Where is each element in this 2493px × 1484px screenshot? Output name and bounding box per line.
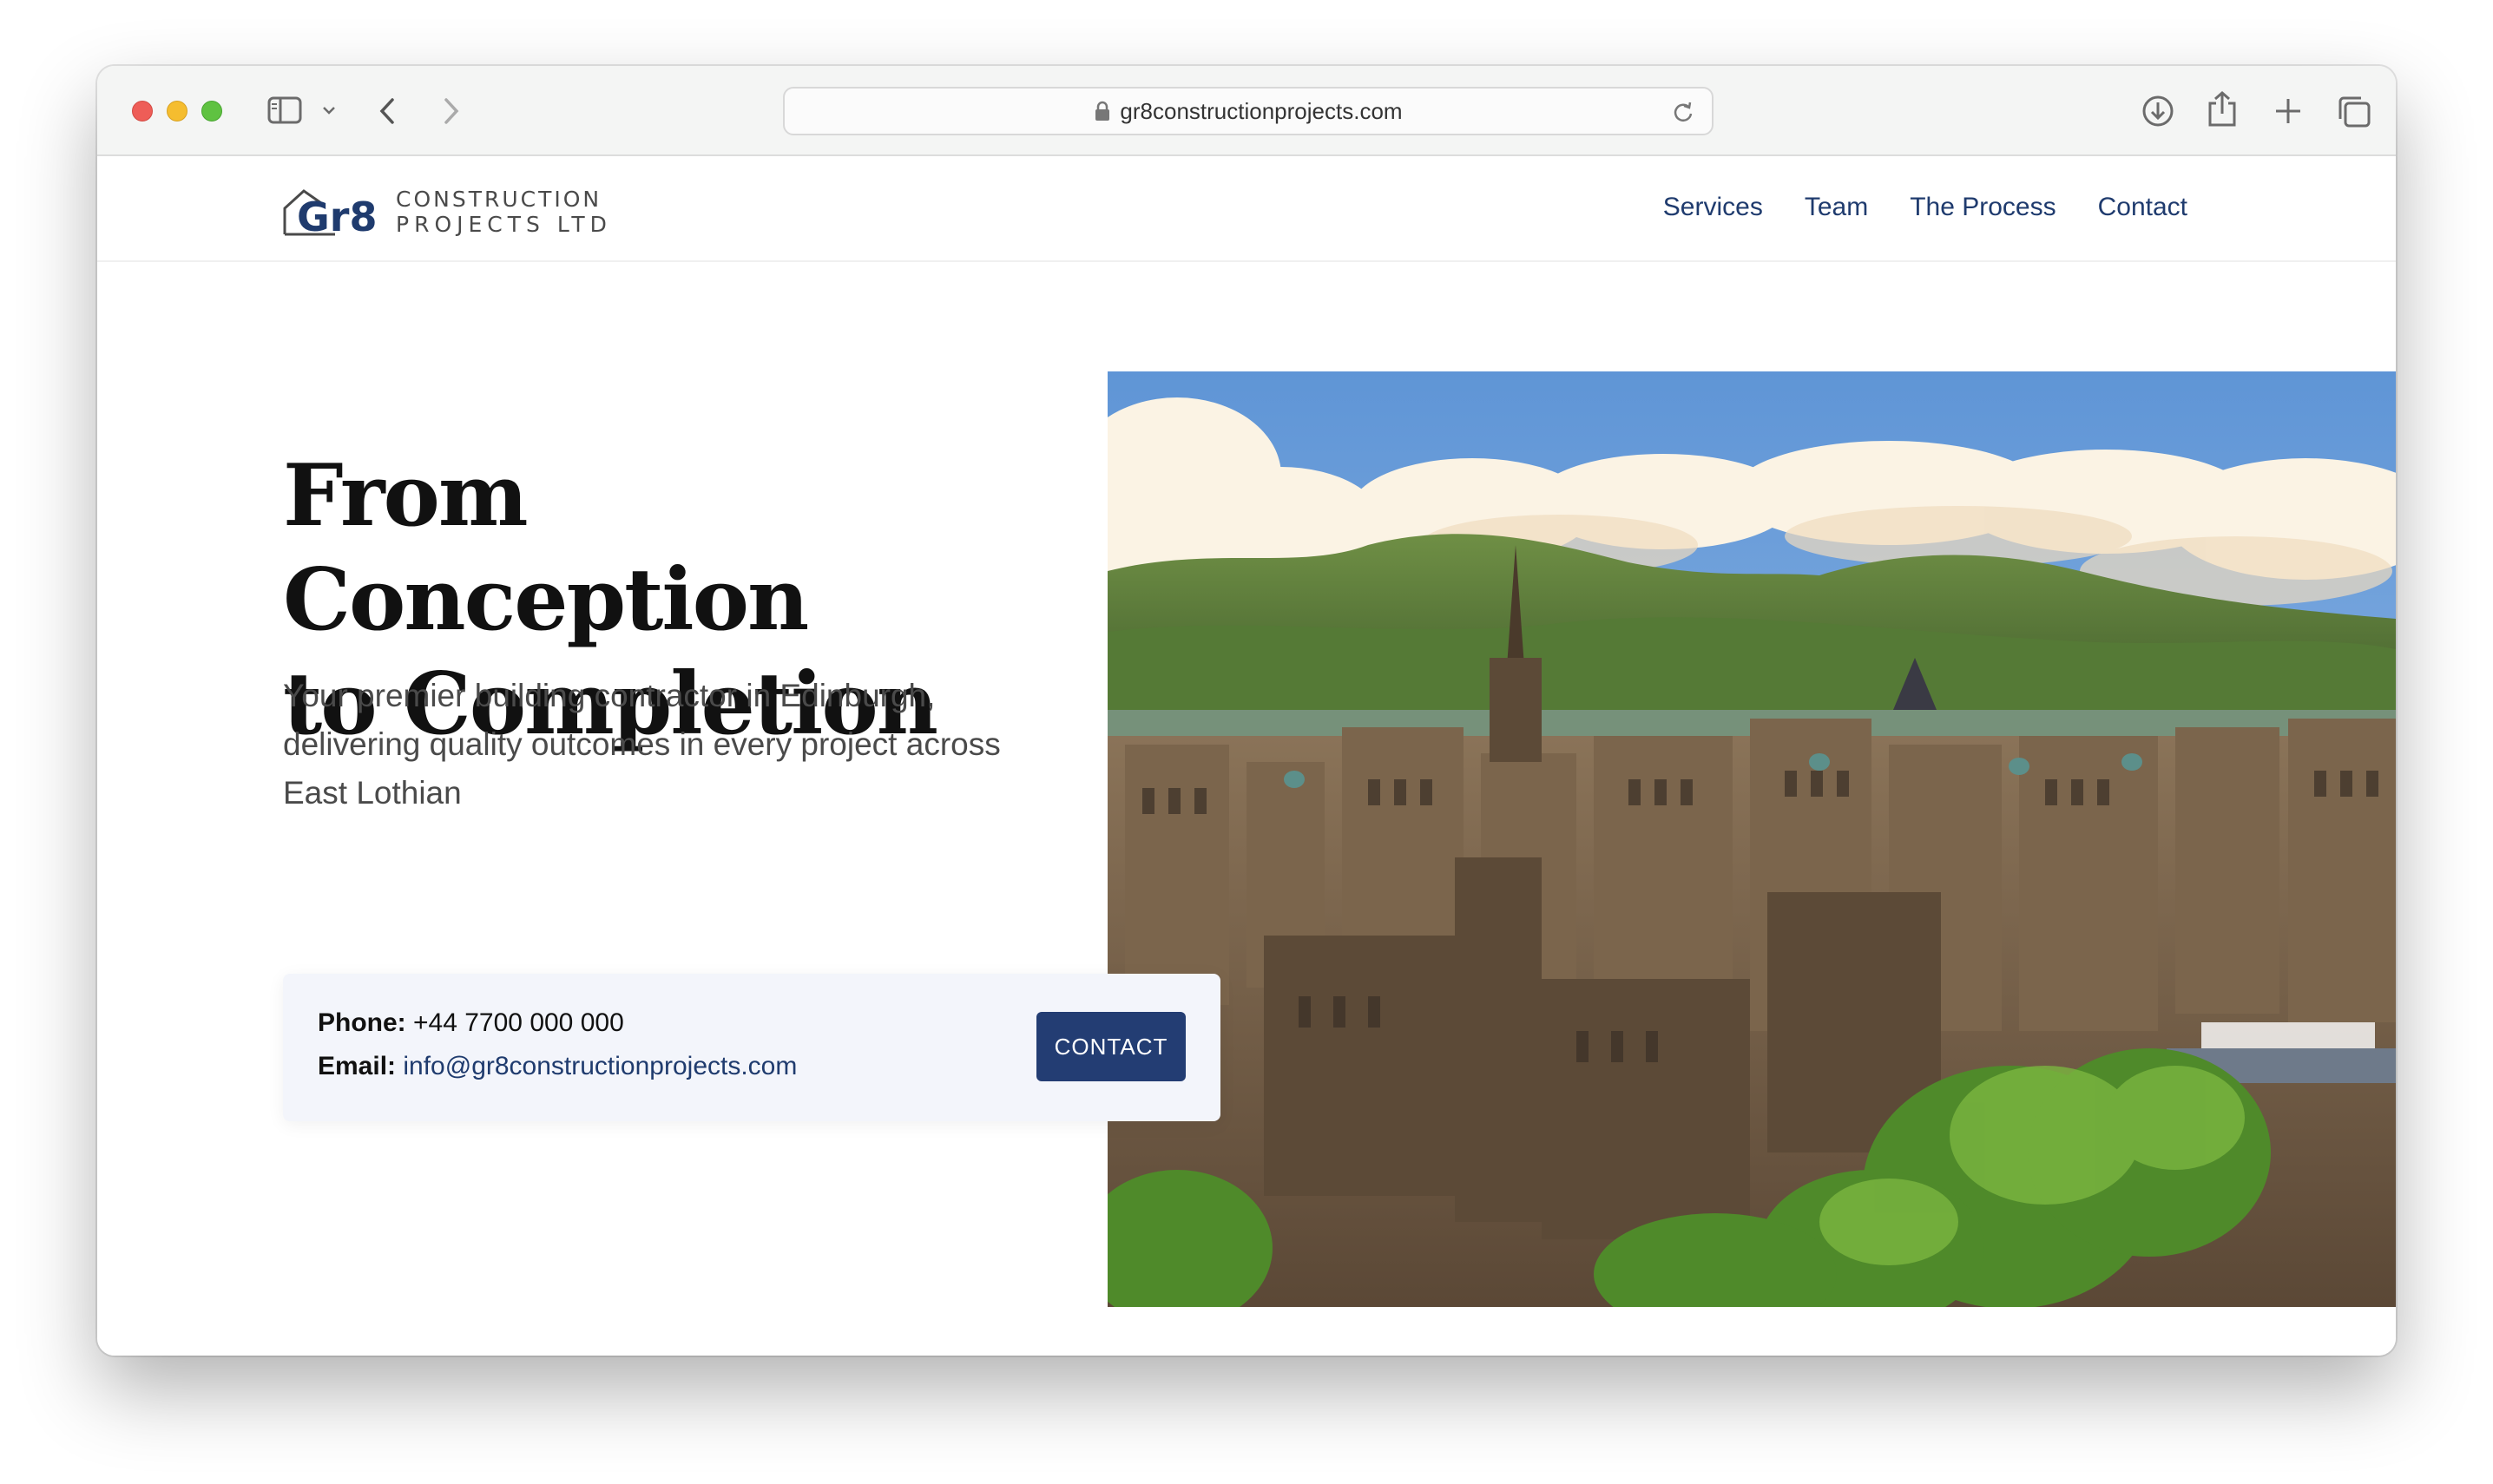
site-logo[interactable]: Gr8 CONSTRUCTION PROJECTS LTD	[283, 184, 612, 240]
phone-number[interactable]: +44 7700 000 000	[413, 1008, 624, 1037]
hero-subtitle-line-2: delivering quality outcomes in every pro…	[283, 726, 1001, 762]
contact-info-box: Phone: +44 7700 000 000 Email: info@gr8c…	[283, 974, 1220, 1121]
contact-button[interactable]: CONTACT	[1036, 1012, 1186, 1081]
browser-toolbar: gr8constructionprojects.com	[97, 66, 2396, 156]
close-window-button[interactable]	[132, 101, 153, 121]
nav-services[interactable]: Services	[1663, 193, 1763, 222]
logo-line-1: CONSTRUCTION	[396, 187, 602, 212]
svg-text:Gr8: Gr8	[297, 194, 377, 240]
browser-window: gr8constructionprojects.com Gr8 CONSTRUC…	[97, 66, 2396, 1356]
download-icon[interactable]	[2141, 94, 2175, 128]
site-header: Gr8 CONSTRUCTION PROJECTS LTD Services T…	[97, 158, 2396, 262]
share-icon[interactable]	[2207, 90, 2238, 128]
edinburgh-skyline-image	[1108, 371, 2396, 1307]
plus-icon[interactable]	[2273, 95, 2304, 127]
reload-icon[interactable]	[1672, 101, 1694, 128]
nav-contact[interactable]: Contact	[2098, 193, 2187, 222]
nav-team[interactable]: Team	[1805, 193, 1868, 222]
main-nav: Services Team The Process Contact	[1663, 193, 2187, 222]
phone-label: Phone:	[318, 1008, 406, 1037]
hero-title-line-1: From Conception	[283, 446, 809, 650]
logo-mark: Gr8	[283, 189, 377, 240]
chevron-down-icon[interactable]	[321, 104, 337, 116]
logo-line-2: PROJECTS LTD	[396, 212, 612, 237]
sidebar-icon[interactable]	[267, 95, 302, 125]
phone-line: Phone: +44 7700 000 000	[318, 1008, 624, 1038]
hero-subtitle: Your premier building contractor in Edin…	[283, 672, 1029, 818]
page-content: Gr8 CONSTRUCTION PROJECTS LTD Services T…	[97, 158, 2396, 1356]
logo-text: CONSTRUCTION PROJECTS LTD	[396, 187, 612, 237]
minimize-window-button[interactable]	[167, 101, 187, 121]
chevron-left-icon[interactable]	[377, 95, 398, 127]
email-label: Email:	[318, 1052, 397, 1080]
zoom-window-button[interactable]	[201, 101, 222, 121]
email-line: Email: info@gr8constructionprojects.com	[318, 1052, 797, 1081]
tabs-overview-icon[interactable]	[2337, 95, 2371, 128]
hero-subtitle-line-1: Your premier building contractor in Edin…	[283, 678, 936, 713]
chevron-right-icon[interactable]	[441, 95, 462, 127]
address-bar[interactable]: gr8constructionprojects.com	[783, 87, 1714, 135]
nav-the-process[interactable]: The Process	[1910, 193, 2056, 222]
lock-icon	[1094, 101, 1111, 121]
email-link[interactable]: info@gr8constructionprojects.com	[403, 1052, 797, 1080]
address-url: gr8constructionprojects.com	[1120, 97, 1403, 124]
hero-subtitle-line-3: East Lothian	[283, 775, 462, 811]
